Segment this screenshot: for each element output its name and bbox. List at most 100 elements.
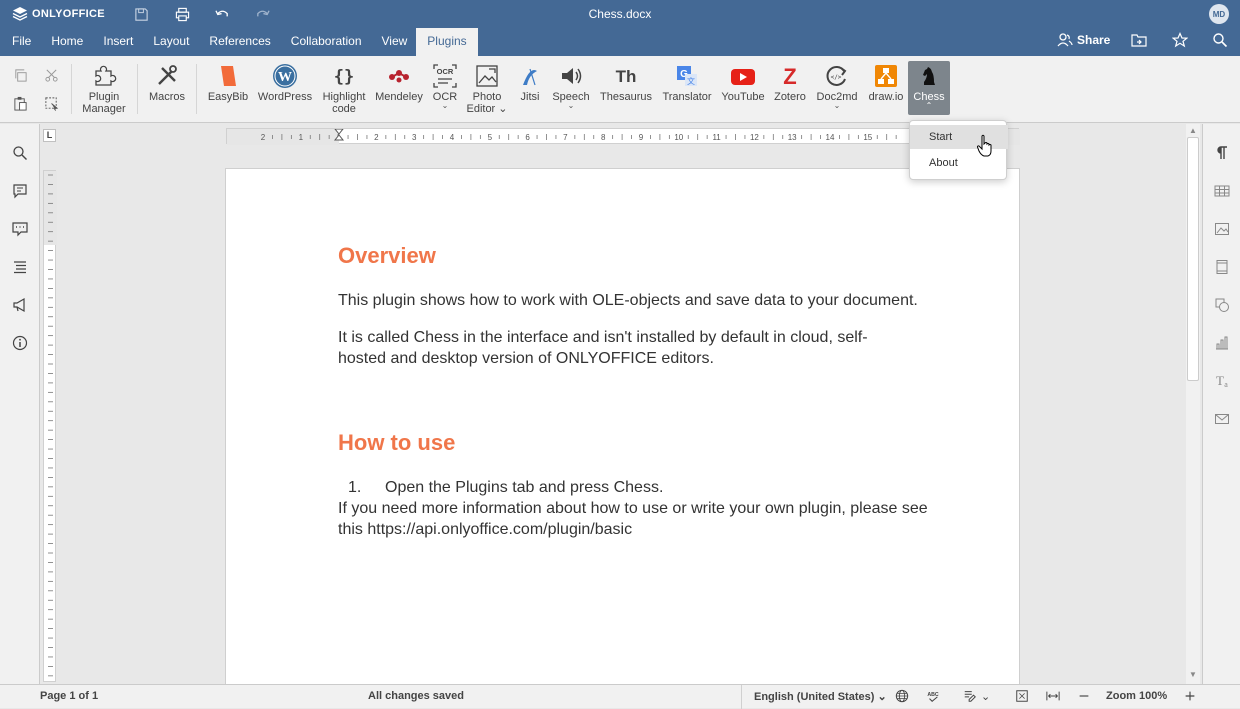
tab-plugins[interactable]: Plugins — [416, 28, 478, 56]
wordpress-label: WordPress — [257, 91, 313, 103]
search-icon[interactable] — [10, 143, 30, 163]
chevron-down-icon[interactable]: ⌄ — [981, 690, 990, 703]
macros-button[interactable]: Macros — [146, 61, 188, 103]
spellcheck-icon[interactable]: ABC — [926, 689, 940, 706]
youtube-button[interactable]: YouTube — [720, 61, 766, 103]
user-avatar[interactable]: MD — [1209, 4, 1229, 24]
ruler-tick-label: 9 — [639, 133, 644, 142]
fit-width-icon[interactable] — [1046, 689, 1060, 706]
save-status: All changes saved — [368, 690, 464, 702]
drawio-button[interactable]: draw.io — [866, 61, 906, 103]
about-info-icon[interactable] — [10, 333, 30, 353]
tab-selector[interactable]: L — [43, 129, 56, 142]
document-page[interactable]: Overview This plugin shows how to work w… — [225, 168, 1020, 708]
ruler-tick-label: 15 — [863, 133, 872, 142]
wordpress-button[interactable]: W WordPress — [257, 61, 313, 103]
comments-icon[interactable] — [10, 181, 30, 201]
svg-text:Z: Z — [783, 64, 796, 89]
chevron-down-icon: ⌄ — [833, 101, 841, 110]
chat-icon[interactable] — [10, 219, 30, 239]
highlight-code-button[interactable]: {} Highlight code — [320, 61, 368, 115]
copy-icon[interactable] — [10, 65, 30, 85]
tab-home[interactable]: Home — [40, 28, 92, 56]
plugin-manager-label: Plugin Manager — [82, 91, 126, 115]
zoom-out-icon[interactable] — [1077, 689, 1091, 706]
doc2md-button[interactable]: </> Doc2md ⌄ — [814, 61, 860, 110]
favorite-star-icon[interactable] — [1172, 32, 1188, 48]
document-title: Chess.docx — [588, 7, 652, 21]
tab-references[interactable]: References — [198, 28, 279, 56]
heading-how-to-use: How to use — [338, 430, 456, 455]
fit-page-icon[interactable] — [1015, 689, 1029, 706]
paragraph-2: It is called Chess in the interface and … — [338, 329, 868, 367]
chevron-down-icon: ⌄ — [567, 101, 575, 110]
easybib-icon — [221, 66, 236, 86]
header-footer-settings-icon[interactable] — [1212, 257, 1232, 277]
speech-button[interactable]: Speech ⌄ — [550, 61, 592, 110]
share-button[interactable]: Share — [1057, 32, 1110, 48]
select-all-icon[interactable] — [41, 93, 61, 113]
cut-icon[interactable] — [41, 65, 61, 85]
text-art-settings-icon[interactable]: Ta — [1212, 371, 1232, 391]
macros-label: Macros — [148, 91, 186, 103]
photo-editor-label: Photo Editor ⌄ — [466, 91, 508, 115]
right-sidebar: Ta — [1202, 124, 1240, 684]
scroll-up-icon[interactable]: ▲ — [1189, 126, 1197, 135]
thesaurus-button[interactable]: Th Thesaurus — [599, 61, 653, 103]
chart-settings-icon[interactable] — [1212, 333, 1232, 353]
svg-text:{}: {} — [334, 67, 354, 87]
open-location-icon[interactable] — [1131, 32, 1147, 48]
navigation-icon[interactable] — [10, 257, 30, 277]
mendeley-button[interactable]: Mendeley — [374, 61, 424, 103]
tab-layout[interactable]: Layout — [142, 28, 198, 56]
speaker-icon — [562, 68, 582, 84]
search-icon[interactable] — [1212, 32, 1228, 48]
photo-editor-icon — [476, 65, 498, 87]
plugin-manager-button[interactable]: Plugin Manager — [78, 61, 130, 115]
ocr-icon: OCR — [433, 64, 457, 88]
page-indicator[interactable]: Page 1 of 1 — [40, 690, 98, 702]
paragraph-settings-icon[interactable] — [1212, 143, 1232, 163]
paste-icon[interactable] — [10, 93, 30, 113]
vertical-ruler-scale — [44, 171, 57, 677]
translator-button[interactable]: G文 Translator — [660, 61, 714, 103]
title-bar: ONLYOFFICE Chess.docx MD File Home Inser… — [0, 0, 1240, 56]
tab-file[interactable]: File — [0, 28, 40, 56]
jitsi-button[interactable]: Jitsi — [515, 61, 545, 103]
image-settings-icon[interactable] — [1212, 219, 1232, 239]
shape-settings-icon[interactable] — [1212, 295, 1232, 315]
vertical-ruler[interactable] — [43, 170, 57, 682]
tab-view[interactable]: View — [371, 28, 417, 56]
left-sidebar — [0, 124, 40, 684]
zotero-label: Zotero — [774, 91, 806, 103]
ruler-scale: 21123456789101112131415 — [227, 128, 1020, 145]
zoom-level: Zoom 100% — [1106, 690, 1168, 702]
ocr-button[interactable]: OCR OCR ⌄ — [430, 61, 460, 110]
zotero-button[interactable]: Z Zotero — [772, 61, 808, 103]
photo-editor-button[interactable]: Photo Editor ⌄ — [466, 61, 508, 115]
easybib-button[interactable]: EasyBib — [206, 61, 250, 103]
svg-text:OCR: OCR — [437, 67, 454, 76]
ruler-tick-label: 3 — [412, 133, 417, 142]
scrollbar-thumb[interactable] — [1187, 137, 1199, 381]
language-selector[interactable]: English (United States) ⌄ — [754, 690, 887, 703]
ruler-tick-label: 12 — [750, 133, 759, 142]
feedback-megaphone-icon[interactable] — [10, 295, 30, 315]
ruler-tick-label: 2 — [261, 133, 266, 142]
ruler-tick-label: 7 — [563, 133, 568, 142]
tab-insert[interactable]: Insert — [92, 28, 142, 56]
track-changes-icon[interactable] — [963, 689, 977, 706]
chess-button[interactable]: Chess ⌃ — [908, 61, 950, 115]
translator-icon: G文 — [677, 66, 697, 86]
zoom-in-icon[interactable] — [1183, 689, 1197, 706]
globe-icon[interactable] — [895, 689, 909, 706]
chess-knight-icon — [923, 67, 935, 85]
ruler-tick-label: 14 — [826, 133, 835, 142]
mail-merge-icon[interactable] — [1212, 409, 1232, 429]
ruler-tick-label: 4 — [450, 133, 455, 142]
scroll-down-icon[interactable]: ▼ — [1189, 670, 1197, 679]
horizontal-ruler[interactable]: 21123456789101112131415 — [226, 128, 1020, 145]
tab-collaboration[interactable]: Collaboration — [280, 28, 371, 56]
table-settings-icon[interactable] — [1212, 181, 1232, 201]
mendeley-icon — [389, 70, 409, 83]
